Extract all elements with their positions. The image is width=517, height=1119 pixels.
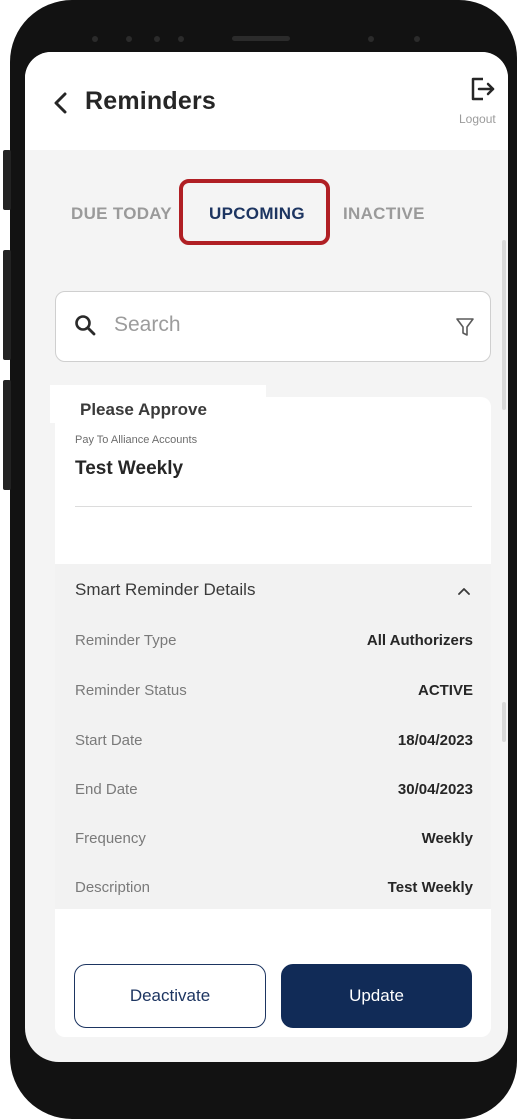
phone-sensors (78, 36, 448, 42)
approval-label: Please Approve (80, 400, 207, 419)
active-tab-highlight (179, 179, 330, 245)
phone-side-button (3, 250, 11, 360)
app-screen: Reminders Logout DUE TODAY UPCOMING INAC… (25, 52, 508, 1062)
frequency-value: Weekly (421, 830, 473, 847)
scroll-indicator (502, 702, 506, 742)
reminder-status-value: ACTIVE (417, 682, 473, 699)
deactivate-button[interactable]: Deactivate (74, 964, 266, 1028)
end-date-label: End Date (75, 781, 138, 798)
tab-due-today[interactable]: DUE TODAY (71, 204, 172, 224)
details-title[interactable]: Smart Reminder Details (75, 580, 255, 600)
card-divider (75, 506, 472, 507)
logout-icon[interactable] (469, 76, 497, 102)
reminder-name: Test Weekly (75, 458, 184, 479)
phone-side-button (3, 380, 11, 490)
start-date-label: Start Date (75, 732, 143, 749)
start-date-value: 18/04/2023 (397, 732, 473, 749)
reminder-status-label: Reminder Status (75, 682, 187, 699)
chevron-up-icon[interactable] (458, 587, 470, 595)
description-label: Description (75, 879, 151, 896)
update-button[interactable]: Update (281, 964, 472, 1028)
pay-to-text: Pay To Alliance Accounts (75, 434, 198, 446)
tab-inactive[interactable]: INACTIVE (343, 204, 425, 224)
search-icon (75, 315, 96, 336)
scroll-indicator (502, 240, 506, 410)
frequency-label: Frequency (75, 830, 146, 847)
reminder-type-label: Reminder Type (75, 632, 177, 649)
search-box[interactable] (55, 291, 491, 362)
phone-side-button (3, 150, 11, 210)
reminder-type-value: All Authorizers (366, 632, 473, 649)
page-title: Reminders (85, 87, 217, 115)
chevron-left-icon[interactable] (53, 92, 67, 114)
end-date-value: 30/04/2023 (397, 781, 473, 798)
app-header: Reminders Logout (25, 52, 508, 150)
logout-label[interactable]: Logout (459, 112, 496, 126)
description-value: Test Weekly (387, 879, 473, 896)
filter-icon[interactable] (455, 316, 475, 338)
phone-frame: Reminders Logout DUE TODAY UPCOMING INAC… (0, 0, 517, 1119)
search-input[interactable] (112, 312, 436, 338)
